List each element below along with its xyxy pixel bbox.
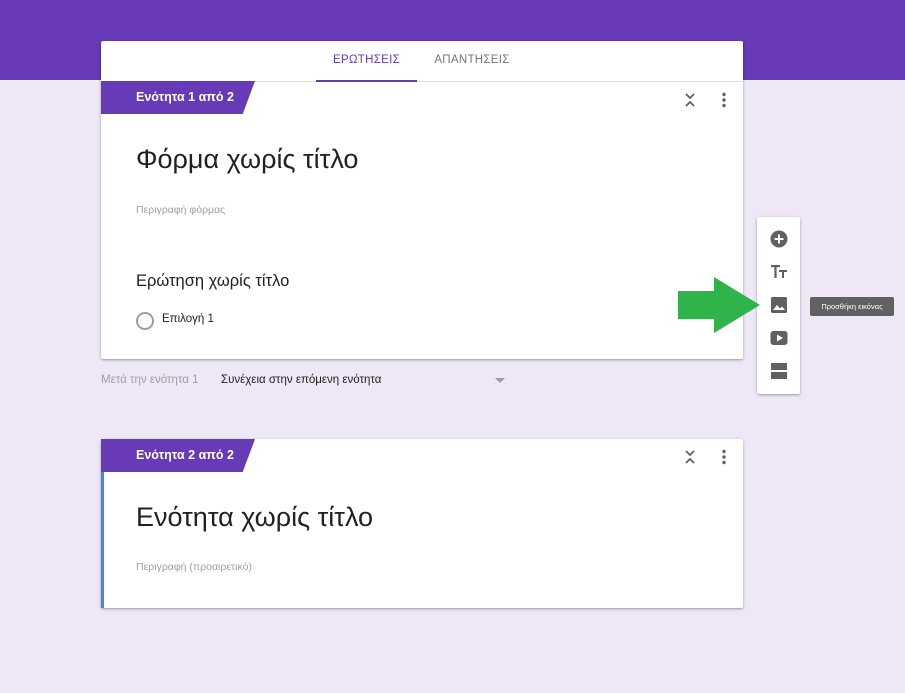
form-description-field[interactable]: Περιγραφή φόρμας [136,204,225,216]
radio-button[interactable] [136,312,154,330]
section-description-field[interactable]: Περιγραφή (προαιρετικό) [136,561,252,573]
form-title[interactable]: Φόρμα χωρίς τίτλο [136,144,358,175]
tab-questions[interactable]: ΕΡΩΤΗΣΕΙΣ [316,41,417,82]
collapse-icon[interactable] [681,91,699,109]
after-section-label: Μετά την ενότητα 1 [101,374,199,386]
tab-bar: ΕΡΩΤΗΣΕΙΣ ΑΠΑΝΤΗΣΕΙΣ [101,41,743,82]
section-2-flag: Ενότητα 2 από 2 [101,439,255,472]
add-title-icon[interactable] [768,261,790,283]
add-question-icon[interactable] [768,228,790,250]
collapse-icon[interactable] [681,448,699,466]
section-2-card: Ενότητα 2 από 2 Ενότητα χωρίς τίτλο Περι… [101,439,743,608]
floating-toolbar [757,217,800,394]
add-video-icon[interactable] [768,327,790,349]
section-1-card: ΕΡΩΤΗΣΕΙΣ ΑΠΑΝΤΗΣΕΙΣ Ενότητα 1 από 2 Φόρ… [101,41,743,359]
more-vert-icon[interactable] [715,91,733,109]
active-section-indicator [101,472,104,608]
section-title[interactable]: Ενότητα χωρίς τίτλο [136,502,373,533]
after-section-dropdown[interactable]: Συνέχεια στην επόμενη ενότητα [221,374,505,390]
add-image-icon[interactable] [768,294,790,316]
option-label[interactable]: Επιλογή 1 [162,313,214,325]
after-section-selected: Συνέχεια στην επόμενη ενότητα [221,374,382,386]
section-1-flag: Ενότητα 1 από 2 [101,81,255,114]
question-title[interactable]: Ερώτηση χωρίς τίτλο [136,272,289,291]
pointer-arrow-icon [678,277,760,333]
tab-responses[interactable]: ΑΠΑΝΤΗΣΕΙΣ [423,41,521,81]
tooltip: Προσθήκη εικόνας [810,297,894,316]
more-vert-icon[interactable] [715,448,733,466]
dropdown-arrow-icon [495,378,505,383]
add-section-icon[interactable] [768,360,790,382]
